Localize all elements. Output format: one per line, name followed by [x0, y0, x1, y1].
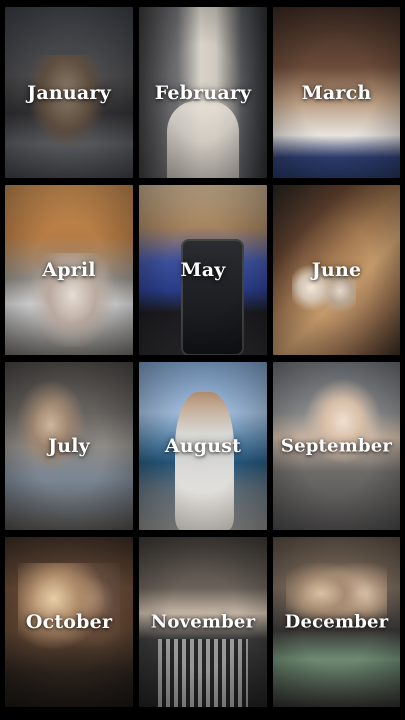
month-label: January [27, 81, 111, 104]
tile-january[interactable]: January [5, 7, 133, 178]
tile-september[interactable]: September [273, 362, 400, 530]
tile-december[interactable]: December [273, 537, 400, 707]
month-label: December [284, 611, 389, 633]
tile-march[interactable]: March [273, 7, 400, 178]
month-label: February [154, 81, 252, 104]
tile-april[interactable]: April [5, 185, 133, 355]
tile-october[interactable]: October [5, 537, 133, 707]
tile-june[interactable]: June [273, 185, 400, 355]
month-label: April [42, 259, 96, 281]
month-label: October [25, 611, 113, 633]
tile-august[interactable]: August [139, 362, 267, 530]
month-label: May [180, 259, 226, 281]
tile-november[interactable]: November [139, 537, 267, 707]
tile-may[interactable]: May [139, 185, 267, 355]
month-label: September [280, 435, 393, 457]
month-label: November [150, 611, 256, 633]
month-label: August [164, 435, 242, 457]
month-label: July [48, 435, 90, 457]
month-photo-grid: January February March April May June Ju… [5, 7, 400, 708]
tile-july[interactable]: July [5, 362, 133, 530]
month-label: June [311, 259, 362, 281]
month-label: March [301, 81, 372, 104]
tile-february[interactable]: February [139, 7, 267, 178]
